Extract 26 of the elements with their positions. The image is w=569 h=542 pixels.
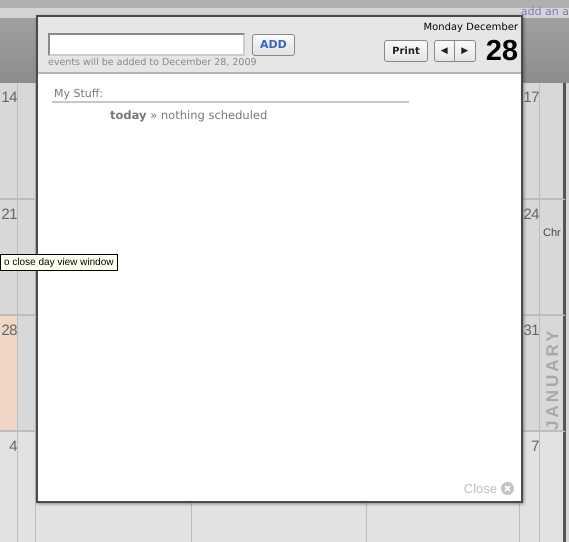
weekday-month: Monday December — [423, 22, 518, 33]
date-number: 17 — [523, 89, 539, 106]
date-number: 28 — [1, 322, 17, 339]
date-number: 4 — [9, 438, 17, 455]
event-input-field[interactable] — [48, 33, 245, 56]
date-number: 14 — [1, 89, 17, 106]
date-cell[interactable]: 28 — [0, 316, 18, 432]
day-number: 28 — [486, 36, 518, 66]
date-cell[interactable]: 14 — [0, 83, 18, 200]
date-cell[interactable]: 7 — [520, 432, 540, 542]
add-button[interactable]: ADD — [252, 34, 295, 56]
add-link[interactable]: add an a — [520, 6, 569, 18]
print-button[interactable]: Print — [384, 40, 428, 62]
date-number: 24 — [523, 206, 539, 223]
hint-text: events will be added to December 28, 2009 — [48, 57, 258, 68]
next-button[interactable]: ▶ — [454, 40, 476, 62]
tooltip: o close day view window — [0, 254, 118, 271]
date-number: 31 — [523, 322, 539, 339]
date-number: 21 — [1, 206, 17, 223]
date-number: 7 — [531, 438, 539, 455]
entry-text: today » nothing scheduled — [110, 108, 268, 122]
close-icon[interactable] — [501, 482, 514, 495]
date-cell[interactable]: 4 — [0, 432, 18, 542]
prev-button[interactable]: ◀ — [434, 40, 455, 62]
section-title: My Stuff: — [52, 87, 409, 103]
event-text[interactable]: Chr — [543, 227, 561, 239]
